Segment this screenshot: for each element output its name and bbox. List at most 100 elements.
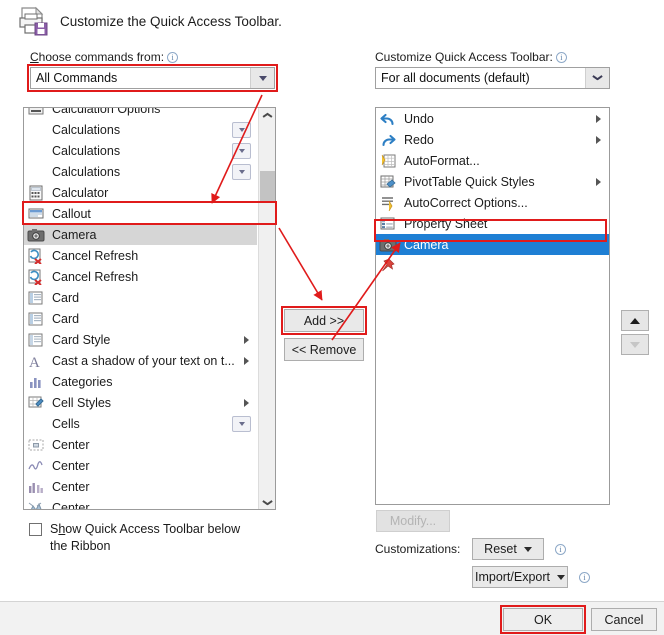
list-item[interactable]: Card <box>24 308 257 329</box>
import-export-button[interactable]: Import/Export <box>472 566 568 588</box>
list-item[interactable] <box>376 255 609 276</box>
callout-icon <box>27 206 46 222</box>
list-item[interactable]: Calculator <box>24 182 257 203</box>
list-item[interactable]: Calculation Options <box>24 107 257 119</box>
list-item-label: Center <box>52 458 90 473</box>
blank-icon <box>27 122 46 138</box>
list-item-label: Center <box>52 479 90 494</box>
info-icon[interactable]: i <box>555 544 566 555</box>
row-dropdown-button[interactable] <box>232 163 251 180</box>
cancel-button[interactable]: Cancel <box>591 608 657 631</box>
add-button-label: Add >> <box>303 313 345 328</box>
choose-commands-from-combobox[interactable]: All Commands <box>30 67 275 89</box>
list-item[interactable]: Calculations <box>24 119 257 140</box>
list-item-label: Calculator <box>52 185 109 200</box>
choose-commands-label-text: hoose commands from: <box>38 50 165 64</box>
row-dropdown-button[interactable] <box>232 142 251 159</box>
scrollbar-thumb[interactable] <box>260 171 275 201</box>
submenu-arrow-icon <box>596 135 601 144</box>
list-item-label: Card <box>52 311 80 326</box>
list-item[interactable]: Cells <box>24 413 257 434</box>
undo-icon <box>379 111 398 127</box>
autocorrect-options-icon <box>379 195 398 211</box>
calculation-options-icon <box>27 108 46 117</box>
list-item[interactable]: Property Sheet <box>376 213 609 234</box>
list-item[interactable]: Camera <box>24 224 257 245</box>
list-item[interactable]: Camera <box>376 234 609 255</box>
categories-icon <box>27 374 46 390</box>
submenu-arrow-icon <box>596 114 601 123</box>
cancel-refresh-icon <box>27 269 46 286</box>
submenu-arrow-icon <box>244 356 249 365</box>
list-item[interactable]: Cancel Refresh <box>24 266 257 287</box>
list-item-label: Card <box>52 290 80 305</box>
chevron-down-icon <box>523 546 532 552</box>
list-item[interactable]: AutoCorrect Options... <box>376 192 609 213</box>
submenu-arrow-icon <box>244 335 249 344</box>
checkbox-label: Show Quick Access Toolbar below the Ribb… <box>50 522 241 553</box>
printer-save-icon <box>16 4 50 38</box>
list-item[interactable]: Cell Styles <box>24 392 257 413</box>
submenu-arrow-icon <box>244 398 249 407</box>
list-item[interactable]: Undo <box>376 108 609 129</box>
cancel-button-label: Cancel <box>604 612 644 627</box>
list-item[interactable]: Card Style <box>24 329 257 350</box>
list-item-label: Calculations <box>52 143 121 158</box>
chevron-down-icon[interactable] <box>250 68 274 88</box>
camera-icon <box>379 237 398 253</box>
blank-icon <box>27 416 46 432</box>
quick-access-toolbar-options-dialog: Customize the Quick Access Toolbar. Choo… <box>0 0 664 635</box>
reset-button[interactable]: Reset <box>472 538 544 560</box>
list-item[interactable]: Redo <box>376 129 609 150</box>
list-item[interactable]: AutoFormat... <box>376 150 609 171</box>
info-icon[interactable]: i <box>167 52 179 63</box>
remove-button[interactable]: << Remove <box>284 338 364 361</box>
list-item-label: AutoCorrect Options... <box>404 195 528 210</box>
scroll-down-button[interactable] <box>259 492 275 509</box>
list-item-label: Camera <box>404 237 449 252</box>
available-commands-listbox[interactable]: Calculation Options Calculations Calculati… <box>23 107 276 510</box>
blank-icon <box>27 164 46 180</box>
list-item[interactable]: Center <box>24 455 257 476</box>
center-line-icon <box>27 458 46 474</box>
list-item[interactable]: Center <box>24 434 257 455</box>
list-item-label: Calculations <box>52 164 121 179</box>
list-item[interactable]: Card <box>24 287 257 308</box>
show-qat-below-ribbon-checkbox[interactable]: Show Quick Access Toolbar below the Ribb… <box>29 521 245 555</box>
center-chart-icon <box>27 479 46 495</box>
customize-qat-combobox[interactable]: For all documents (default) <box>375 67 610 89</box>
move-down-arrow-icon <box>621 334 649 355</box>
checkbox-box[interactable] <box>29 523 42 536</box>
qat-commands-listbox[interactable]: Undo Redo AutoFormat... PivotTable Quick St… <box>375 107 610 505</box>
list-item[interactable]: Center <box>24 497 257 509</box>
list-item[interactable]: Categories <box>24 371 257 392</box>
choose-commands-from-label: Choose commands from: i <box>30 50 179 64</box>
info-icon[interactable]: i <box>555 52 567 63</box>
list-item-label: Calculations <box>52 122 121 137</box>
ok-button[interactable]: OK <box>503 608 583 631</box>
add-button[interactable]: Add >> <box>284 309 364 332</box>
left-list-scrollbar[interactable] <box>258 108 275 509</box>
info-icon[interactable]: i <box>579 572 590 583</box>
row-dropdown-button[interactable] <box>232 121 251 138</box>
blank-icon <box>27 143 46 159</box>
list-item[interactable]: Callout <box>24 203 257 224</box>
list-item-label: Calculation Options <box>52 107 161 116</box>
center-align-box-icon <box>27 437 46 453</box>
center-shape-icon <box>27 500 46 509</box>
list-item[interactable]: Center <box>24 476 257 497</box>
scroll-up-button[interactable] <box>259 108 275 125</box>
svg-text:A: A <box>29 355 40 369</box>
list-item[interactable]: Calculations <box>24 161 257 182</box>
list-item-label: Callout <box>52 206 91 221</box>
row-dropdown-button[interactable] <box>232 415 251 432</box>
chevron-down-icon[interactable] <box>585 68 609 88</box>
move-up-arrow-icon[interactable] <box>621 310 649 331</box>
list-item[interactable]: Cancel Refresh <box>24 245 257 266</box>
submenu-arrow-icon <box>596 177 601 186</box>
list-item[interactable]: PivotTable Quick Styles <box>376 171 609 192</box>
list-item[interactable]: A Cast a shadow of your text on t... <box>24 350 257 371</box>
modify-button-label: Modify... <box>389 514 437 528</box>
list-item[interactable]: Calculations <box>24 140 257 161</box>
cell-styles-icon <box>27 395 46 411</box>
